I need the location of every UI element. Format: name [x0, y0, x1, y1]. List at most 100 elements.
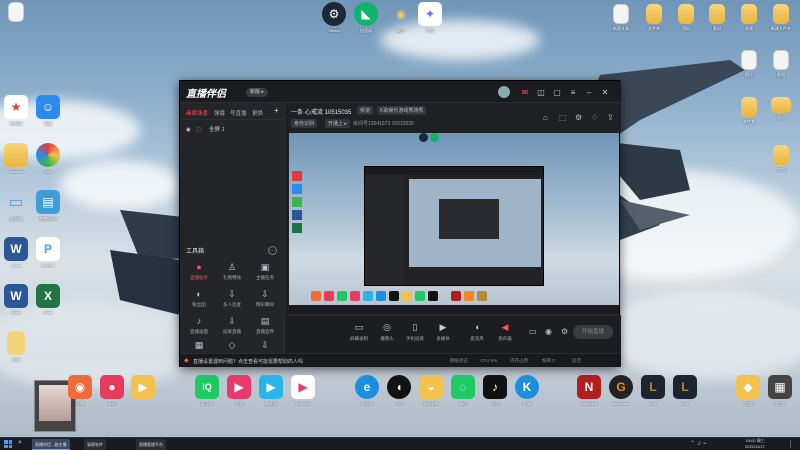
- desktop-icon-folder[interactable]: 视频: [734, 4, 764, 32]
- desktop-icon-xunlei[interactable]: ☺ 迅雷: [33, 95, 63, 127]
- desktop-icon-control-panel[interactable]: ▤ 控制面板: [33, 190, 63, 222]
- share-out-icon[interactable]: ⇪: [607, 113, 614, 122]
- dock-app-player[interactable]: ▶ 播放器: [256, 375, 286, 407]
- tab-live[interactable]: 号直播: [230, 109, 247, 117]
- tab-change[interactable]: 更换: [252, 109, 263, 117]
- menu-icon[interactable]: ≡: [568, 87, 578, 97]
- tool-promotion[interactable]: ▤ 直播宣传: [250, 315, 280, 335]
- room-tag[interactable]: 频道: [357, 106, 374, 115]
- dock-app-naraka[interactable]: N NARAKA: [574, 375, 604, 406]
- tab-danmaku[interactable]: 弹幕: [214, 109, 225, 117]
- desktop-icon-360[interactable]: 360: [33, 143, 63, 174]
- tool-live-assistant[interactable]: ● 直播助手: [184, 261, 214, 281]
- desktop-icon-folder[interactable]: 文档: [766, 145, 796, 173]
- dock-app-live[interactable]: ◉ 直播: [65, 375, 95, 407]
- media-button[interactable]: ▶ 多媒体: [429, 322, 457, 342]
- live-preview[interactable]: [289, 133, 619, 313]
- desktop-icon-picpick[interactable]: P PicPick: [33, 237, 63, 268]
- tab-scene[interactable]: 画面场景: [186, 109, 208, 117]
- add-scene-button[interactable]: +: [274, 106, 279, 115]
- desktop-icon-folder[interactable]: 素材: [702, 4, 732, 32]
- gear-icon[interactable]: ⚙: [561, 327, 568, 336]
- taskbar-item-platform[interactable]: 直播管理平台: [136, 439, 166, 450]
- dock-app-iqiyi[interactable]: iQ 爱奇艺: [192, 375, 222, 407]
- desktop-icon-folder[interactable]: 文件夹: [734, 97, 764, 125]
- desktop-icon-folder[interactable]: 文件夹: [639, 4, 669, 32]
- message-icon[interactable]: ✉: [520, 87, 530, 97]
- tray-icons[interactable]: ⌃ ♫ ⌁: [690, 440, 706, 447]
- more-tools-icon[interactable]: …: [268, 246, 277, 255]
- desktop-icon-kuaijianji[interactable]: ★ 快剪辑: [1, 95, 31, 127]
- desktop-icon-desktop[interactable]: Desktop: [1, 143, 31, 174]
- bell-icon[interactable]: ♢: [591, 113, 598, 122]
- tool-settings[interactable]: ⇩: [250, 339, 280, 351]
- dock-app-video2[interactable]: ▶ 视频: [224, 375, 254, 407]
- eye-icon[interactable]: ◉: [186, 127, 191, 133]
- tool-highlights[interactable]: ⇩ 精彩瞬间: [250, 288, 280, 308]
- dock-app-douyin[interactable]: ♪ 抖音: [480, 375, 510, 407]
- version-badge[interactable]: 新版 ▸: [246, 88, 268, 97]
- dock-app-qq[interactable]: ◖ QQ: [384, 375, 414, 406]
- phone-cast-button[interactable]: ▯ 手机投屏: [401, 322, 429, 342]
- dock-app-lol[interactable]: L LOL: [638, 375, 668, 406]
- dock-app-lol-2[interactable]: L LOL: [670, 375, 700, 406]
- screen-record-button[interactable]: ▭ 屏幕录制: [345, 322, 373, 342]
- clock[interactable]: 15:02 周三 2022/11/17: [745, 438, 765, 449]
- desktop-icon-accelerator[interactable]: ◣ 加速器: [351, 2, 381, 34]
- tool-activity[interactable]: ◇: [217, 339, 247, 351]
- dock-app-wechat[interactable]: ◌ 微信: [448, 375, 478, 407]
- settings-icon[interactable]: ⚙: [575, 113, 582, 122]
- dock-app-browser[interactable]: e 浏览器: [352, 375, 382, 407]
- lock-icon[interactable]: ⬚: [196, 127, 201, 133]
- room-tag[interactable]: 开播上 ▸: [325, 119, 350, 128]
- microphone-button[interactable]: ◖ 麦克风: [463, 322, 491, 342]
- save-icon[interactable]: ⬚: [559, 113, 567, 122]
- tool-multi-mic[interactable]: ⇩ 多人连麦: [217, 288, 247, 308]
- speaker-button[interactable]: ◀ 扬声器: [491, 322, 519, 342]
- dock-app-kugou[interactable]: K 酷狗: [512, 375, 542, 407]
- camera-button[interactable]: ◎ 摄像头: [373, 322, 401, 342]
- dock-app-game[interactable]: ◆ 游戏: [733, 375, 763, 407]
- dock-app-wegame[interactable]: G WeGame: [606, 375, 636, 406]
- tool-live-screen[interactable]: ♪ 直播画面: [184, 315, 214, 335]
- desktop-icon-excel[interactable]: X Excel: [33, 284, 63, 315]
- taskbar-item-live-companion[interactable]: 直播伴侣 - 副主播: [32, 439, 70, 450]
- room-tag[interactable]: 身份识别: [291, 119, 318, 128]
- record-icon[interactable]: ▭: [529, 327, 537, 336]
- desktop-icon-helper[interactable]: ◉ 助手: [386, 2, 416, 34]
- desktop-icon-word-2[interactable]: W Word: [1, 284, 31, 315]
- desktop-icon-word[interactable]: W Word: [1, 237, 31, 268]
- desktop-icon-doc[interactable]: 文档: [1, 331, 31, 363]
- avatar[interactable]: [498, 86, 510, 98]
- desktop-icon-steam[interactable]: ⚙ Steam: [319, 2, 349, 33]
- dock-app-video[interactable]: ▶: [128, 375, 158, 399]
- share-icon[interactable]: ⌂: [543, 113, 548, 122]
- tool-fan-club[interactable]: ◐ 粉丝团: [184, 288, 214, 308]
- start-live-button[interactable]: 开始直播: [573, 325, 613, 339]
- desktop-icon-folder[interactable]: 资料: [671, 4, 701, 32]
- dock-app-misc[interactable]: ▦ 应用: [765, 375, 795, 407]
- desktop-icon-image[interactable]: 图片: [734, 50, 764, 78]
- dock-app-record[interactable]: ● 录屏: [97, 375, 127, 407]
- desktop-icon-textfile[interactable]: 新建文本: [606, 4, 636, 32]
- desktop-icon-screenshot[interactable]: 截图: [766, 50, 796, 78]
- tool-more[interactable]: ▦: [184, 339, 214, 351]
- scene-item[interactable]: ◉ ⬚ 全屏 1: [186, 125, 225, 133]
- dock-app-qq-speed[interactable]: ◒ QQ飞车: [416, 375, 446, 407]
- gift-icon[interactable]: ◫: [536, 87, 546, 97]
- room-tag[interactable]: K歌娱乐游戏秀场秀: [377, 106, 427, 115]
- tool-host-tasks[interactable]: ▣ 主播任务: [250, 261, 280, 281]
- close-icon[interactable]: ✕: [600, 87, 610, 97]
- desktop-icon-album[interactable]: 相册: [766, 97, 796, 121]
- windows-start-icon[interactable]: [4, 440, 12, 448]
- desktop-icon-file[interactable]: [1, 2, 31, 22]
- show-desktop-button[interactable]: [790, 440, 796, 448]
- status-warning-text[interactable]: 直播设置遇到问题？点击查看可能需要帮助的人吗: [193, 358, 303, 365]
- tool-cast[interactable]: ⇩ 投屏直播: [217, 315, 247, 335]
- minimize-icon[interactable]: –: [584, 87, 594, 97]
- search-icon[interactable]: ⌕: [18, 439, 22, 447]
- tool-gift-effects[interactable]: ♙ 礼物特效: [217, 261, 247, 281]
- dock-app-youku[interactable]: ▶ YOUKU: [288, 375, 318, 406]
- chat-icon[interactable]: ▢: [552, 87, 562, 97]
- desktop-icon-this-pc[interactable]: ▭ 此电脑: [1, 190, 31, 222]
